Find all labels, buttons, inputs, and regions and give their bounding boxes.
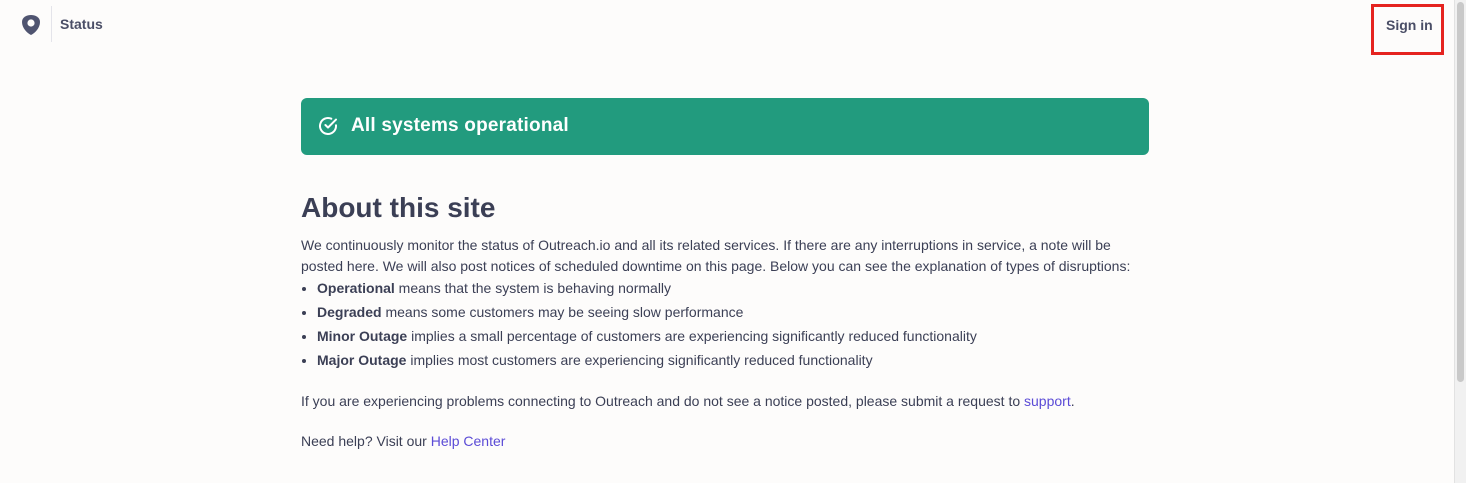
type-description: means some customers may be seeing slow … — [381, 304, 744, 320]
list-item: Degraded means some customers may be see… — [317, 300, 1149, 324]
brand-label[interactable]: Status — [60, 16, 103, 32]
list-item: Operational means that the system is beh… — [317, 276, 1149, 300]
type-description: implies most customers are experiencing … — [406, 352, 873, 368]
type-description: implies a small percentage of customers … — [407, 328, 977, 344]
type-term: Degraded — [317, 304, 382, 320]
support-link[interactable]: support — [1024, 393, 1071, 409]
about-intro: We continuously monitor the status of Ou… — [301, 237, 1131, 274]
top-bar: Status Sign in — [0, 0, 1454, 55]
support-paragraph: If you are experiencing problems connect… — [301, 391, 1149, 411]
shield-logo-icon[interactable] — [20, 14, 42, 36]
type-term: Operational — [317, 280, 395, 296]
disruption-types-list: Operational means that the system is beh… — [301, 276, 1149, 372]
help-center-link[interactable]: Help Center — [431, 433, 506, 449]
type-term: Minor Outage — [317, 328, 408, 344]
support-suffix: . — [1070, 393, 1075, 409]
signin-highlight: Sign in — [1371, 4, 1444, 55]
status-text: All systems operational — [351, 115, 569, 136]
about-title: About this site — [301, 192, 496, 223]
check-circle-icon — [318, 116, 338, 136]
list-item: Major Outage implies most customers are … — [317, 348, 1149, 372]
help-paragraph: Need help? Visit our Help Center — [301, 431, 1149, 451]
type-description: means that the system is behaving normal… — [394, 280, 672, 296]
type-term: Major Outage — [317, 352, 407, 368]
support-text: If you are experiencing problems connect… — [301, 393, 1025, 409]
help-text: Need help? Visit our — [301, 433, 431, 449]
scrollbar-thumb[interactable] — [1457, 2, 1464, 382]
topbar-divider — [51, 6, 52, 42]
main-content: All systems operational About this site … — [301, 98, 1149, 451]
list-item: Minor Outage implies a small percentage … — [317, 324, 1149, 348]
page-scrollbar[interactable] — [1454, 0, 1466, 483]
status-banner: All systems operational — [301, 98, 1149, 155]
sign-in-button[interactable]: Sign in — [1386, 17, 1433, 33]
